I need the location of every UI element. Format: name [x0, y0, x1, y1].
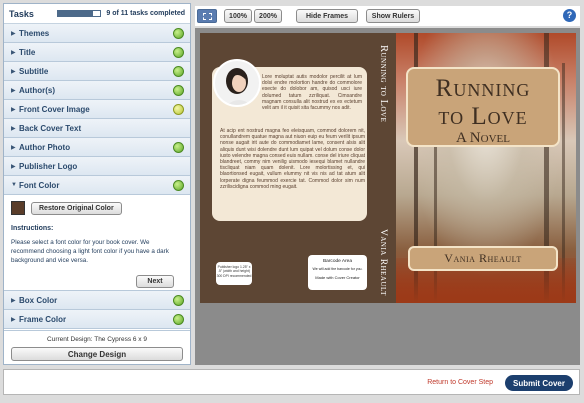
status-complete-icon	[173, 179, 184, 191]
preview-toolbar: 100% 200% Hide Frames Show Rulers ?	[195, 6, 580, 26]
chevron-right-icon: ▶	[11, 297, 16, 304]
task-label: Title	[19, 47, 36, 57]
task-label: Frame Color	[19, 314, 67, 324]
task-author-s[interactable]: ▶ Author(s)	[4, 81, 190, 100]
task-title[interactable]: ▶ Title	[4, 43, 190, 62]
barcode-made-with: Made with Cover Creator	[315, 275, 360, 280]
task-back-cover-text[interactable]: ▶ Back Cover Text	[4, 119, 190, 138]
task-themes[interactable]: ▶ Themes	[4, 24, 190, 43]
task-publisher-logo[interactable]: ▶ Publisher Logo	[4, 157, 190, 176]
tasks-title: Tasks	[9, 8, 34, 19]
task-label: Themes	[19, 28, 50, 38]
current-design-text: Current Design: The Cypress 6 x 9	[47, 336, 147, 343]
task-label: Box Color	[19, 295, 58, 305]
status-complete-icon	[173, 65, 184, 77]
bottom-bar: Return to Cover Step Submit Cover	[3, 369, 580, 395]
chevron-right-icon: ▶	[11, 49, 16, 56]
barcode-subtext: We will add the barcode for you.	[312, 267, 363, 271]
font-color-panel: Restore Original Color Instructions: Ple…	[4, 195, 190, 291]
chevron-right-icon: ▶	[11, 30, 16, 37]
tasks-progress-fill	[58, 11, 93, 16]
task-list-top: ▶ Themes ▶ Title ▶ Subtitle ▶ Author(s) ▶ Front C…	[4, 24, 190, 176]
barcode-title: Barcode Area	[322, 259, 353, 264]
change-design-button[interactable]: Change Design	[11, 347, 183, 361]
design-area: Current Design: The Cypress 6 x 9 Change…	[4, 330, 190, 364]
instructions-title: Instructions:	[11, 225, 54, 232]
chevron-right-icon: ▶	[11, 87, 16, 94]
chevron-right-icon: ▶	[11, 144, 16, 151]
task-front-cover-image[interactable]: ▶ Front Cover Image	[4, 100, 190, 119]
task-list-bottom: ▶ Box Color ▶ Frame Color	[4, 291, 190, 329]
fit-to-window-icon[interactable]	[197, 9, 217, 23]
spine-title: Running to Love	[378, 45, 389, 123]
task-label: Front Cover Image	[19, 104, 90, 114]
task-subtitle[interactable]: ▶ Subtitle	[4, 62, 190, 81]
barcode-area: Barcode Area We will add the barcode for…	[308, 255, 367, 290]
author-photo[interactable]	[213, 59, 261, 107]
subtitle: A Novel	[456, 130, 510, 146]
task-author-photo[interactable]: ▶ Author Photo	[4, 138, 190, 157]
task-font-color[interactable]: ▼ Font Color	[4, 176, 190, 195]
font-color-swatch[interactable]	[11, 201, 25, 215]
zoom-200-button[interactable]: 200%	[254, 9, 282, 23]
show-rulers-button[interactable]: Show Rulers	[366, 9, 420, 23]
status-complete-icon	[173, 27, 184, 39]
status-complete-icon	[173, 84, 184, 96]
front-title-box[interactable]: Running to Love A Novel	[406, 67, 560, 147]
task-label: Font Color	[19, 180, 60, 190]
front-author-box[interactable]: Vania Rheault	[408, 246, 558, 271]
task-box-color[interactable]: ▶ Box Color	[4, 291, 190, 310]
chevron-right-icon: ▶	[11, 316, 16, 323]
task-frame-color[interactable]: ▶ Frame Color	[4, 310, 190, 329]
title-line-2: to Love	[438, 103, 528, 130]
swatch-row: Restore Original Color	[11, 199, 183, 217]
chevron-down-icon: ▼	[11, 182, 17, 188]
status-complete-icon	[173, 294, 184, 306]
book-cover: Lore moluptat autis modolor percilit at …	[200, 33, 576, 303]
submit-cover-button[interactable]: Submit Cover	[505, 375, 573, 391]
help-icon[interactable]: ?	[563, 9, 576, 22]
status-complete-icon	[173, 141, 184, 153]
chevron-right-icon: ▶	[11, 163, 16, 170]
chevron-right-icon: ▶	[11, 106, 16, 113]
tasks-progress-text: 9 of 11 tasks completed	[106, 10, 185, 17]
task-label: Author Photo	[19, 142, 71, 152]
cover-creator-app: Tasks 9 of 11 tasks completed ▶ Themes ▶ Ti…	[0, 0, 584, 403]
status-complete-icon	[173, 313, 184, 325]
next-button[interactable]: Next	[136, 275, 174, 288]
status-complete-icon	[173, 46, 184, 58]
tasks-progress-bar	[57, 10, 102, 17]
tasks-header: Tasks 9 of 11 tasks completed	[4, 4, 190, 24]
spine-author: Vania Rheault	[378, 229, 388, 296]
back-cover-paragraph-1: Lore moluptat autis modolor percilit at …	[262, 74, 362, 112]
zoom-100-button[interactable]: 100%	[224, 9, 252, 23]
back-cover-paragraph-2: At acip ent nostrud magna feo eleisquam,…	[220, 128, 365, 190]
task-label: Back Cover Text	[19, 123, 82, 133]
status-partial-icon	[173, 103, 184, 115]
publisher-logo-area[interactable]: Publisher logo 1.25" x .5" (width and he…	[216, 262, 252, 285]
instructions-text: Please select a font color for your book…	[11, 239, 169, 264]
task-label: Author(s)	[19, 85, 55, 95]
hide-frames-button[interactable]: Hide Frames	[296, 9, 358, 23]
title-line-1: Running	[435, 75, 531, 102]
tasks-panel: Tasks 9 of 11 tasks completed ▶ Themes ▶ Ti…	[3, 3, 191, 365]
chevron-right-icon: ▶	[11, 125, 16, 132]
task-label: Subtitle	[19, 66, 49, 76]
restore-original-color-button[interactable]: Restore Original Color	[31, 201, 122, 215]
chevron-right-icon: ▶	[11, 68, 16, 75]
return-to-cover-step-link[interactable]: Return to Cover Step	[427, 379, 493, 386]
task-label: Publisher Logo	[19, 161, 78, 171]
